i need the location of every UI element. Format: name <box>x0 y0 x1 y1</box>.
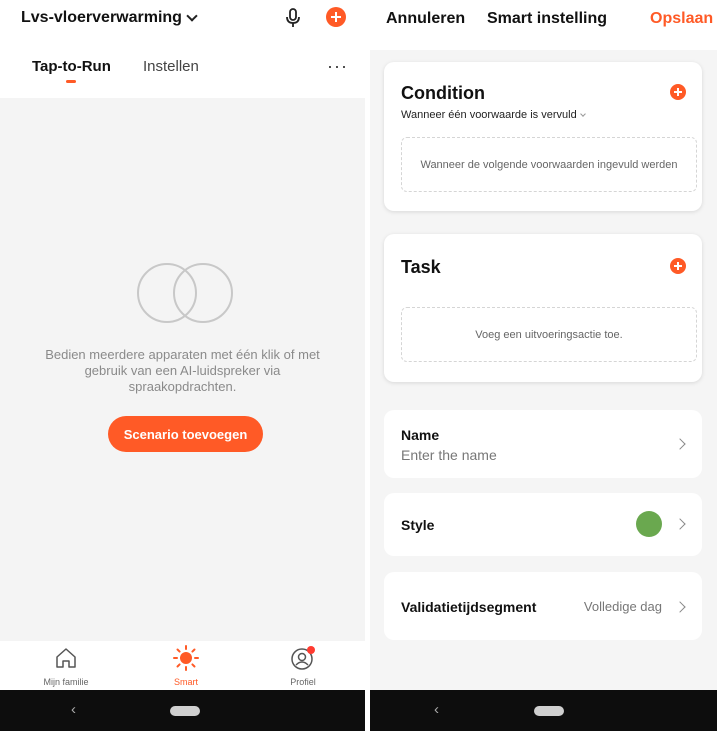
style-row[interactable]: Style <box>384 493 702 556</box>
chevron-right-icon <box>674 518 686 530</box>
back-icon[interactable]: ‹ <box>434 701 439 718</box>
style-color-swatch <box>636 511 662 537</box>
chevron-right-icon <box>674 601 686 613</box>
condition-placeholder-text: Wanneer de volgende voorwaarden ingevuld… <box>420 158 678 171</box>
name-value: Enter the name <box>401 447 497 463</box>
validity-value: Volledige dag <box>583 599 662 614</box>
chevron-down-icon <box>186 9 198 22</box>
home-pill-icon[interactable] <box>534 706 564 716</box>
top-bar: Lvs-vloerverwarming Tap-to-Run Instellen… <box>0 0 365 98</box>
task-title: Task <box>401 257 441 277</box>
profile-icon <box>291 646 315 670</box>
style-label: Style <box>401 517 435 533</box>
task-placeholder-text: Voeg een uitvoeringsactie toe. <box>475 328 623 341</box>
condition-mode-selector[interactable]: Wanneer één voorwaarde is vervuld <box>401 109 586 121</box>
chevron-down-icon <box>579 111 586 117</box>
smart-settings-screen: Annuleren Smart instelling Opslaan Condi… <box>370 0 717 731</box>
name-label: Name <box>401 427 440 443</box>
top-bar: Annuleren Smart instelling Opslaan <box>370 0 717 50</box>
nav-item-home[interactable]: Mijn familie <box>26 645 106 687</box>
add-icon[interactable] <box>326 7 346 27</box>
add-scene-button[interactable]: Scenario toevoegen <box>108 416 263 452</box>
condition-mode-label: Wanneer één voorwaarde is vervuld <box>401 109 577 121</box>
empty-rings-icon <box>137 263 233 323</box>
bottom-nav: Mijn familie Smart Profiel <box>0 641 365 690</box>
name-row[interactable]: Name Enter the name <box>384 410 702 478</box>
validity-period-row[interactable]: Validatietijdsegment Volledige dag <box>384 572 702 640</box>
smart-scenes-screen: Lvs-vloerverwarming Tap-to-Run Instellen… <box>0 0 365 731</box>
home-selector[interactable]: Lvs-vloerverwarming <box>21 9 198 27</box>
tab-instellen[interactable]: Instellen <box>143 58 199 75</box>
chevron-right-icon <box>674 438 686 450</box>
cancel-button[interactable]: Annuleren <box>386 10 465 28</box>
home-pill-icon[interactable] <box>170 706 200 716</box>
system-nav-bar: ‹ <box>0 690 365 731</box>
nav-label: Mijn familie <box>43 677 89 687</box>
condition-title: Condition <box>401 83 485 103</box>
save-button[interactable]: Opslaan <box>650 10 713 28</box>
nav-item-smart[interactable]: Smart <box>146 645 226 687</box>
system-nav-bar: ‹ <box>370 690 717 731</box>
empty-message: Bedien meerdere apparaten met één klik o… <box>45 347 320 394</box>
sun-icon <box>173 645 199 671</box>
nav-item-profile[interactable]: Profiel <box>263 645 343 687</box>
back-icon[interactable]: ‹ <box>71 701 76 718</box>
home-title: Lvs-vloerverwarming <box>21 9 182 26</box>
nav-label: Profiel <box>290 677 316 687</box>
page-title: Smart instelling <box>487 10 608 27</box>
tab-tap-to-run[interactable]: Tap-to-Run <box>32 58 111 75</box>
microphone-icon[interactable] <box>282 7 304 29</box>
more-icon[interactable]: ··· <box>327 56 348 77</box>
validity-label: Validatietijdsegment <box>401 599 537 615</box>
active-tab-indicator <box>66 80 76 83</box>
home-icon <box>56 648 76 668</box>
nav-label: Smart <box>173 677 198 687</box>
add-condition-icon[interactable] <box>670 84 686 100</box>
condition-card: Condition Wanneer één voorwaarde is verv… <box>384 62 702 211</box>
add-task-icon[interactable] <box>670 258 686 274</box>
scene-list-empty: Bedien meerdere apparaten met één klik o… <box>0 98 365 641</box>
task-card: Task Voeg een uitvoeringsactie toe. <box>384 234 702 382</box>
add-condition-placeholder[interactable]: Wanneer de volgende voorwaarden ingevuld… <box>401 137 697 192</box>
add-task-placeholder[interactable]: Voeg een uitvoeringsactie toe. <box>401 307 697 362</box>
